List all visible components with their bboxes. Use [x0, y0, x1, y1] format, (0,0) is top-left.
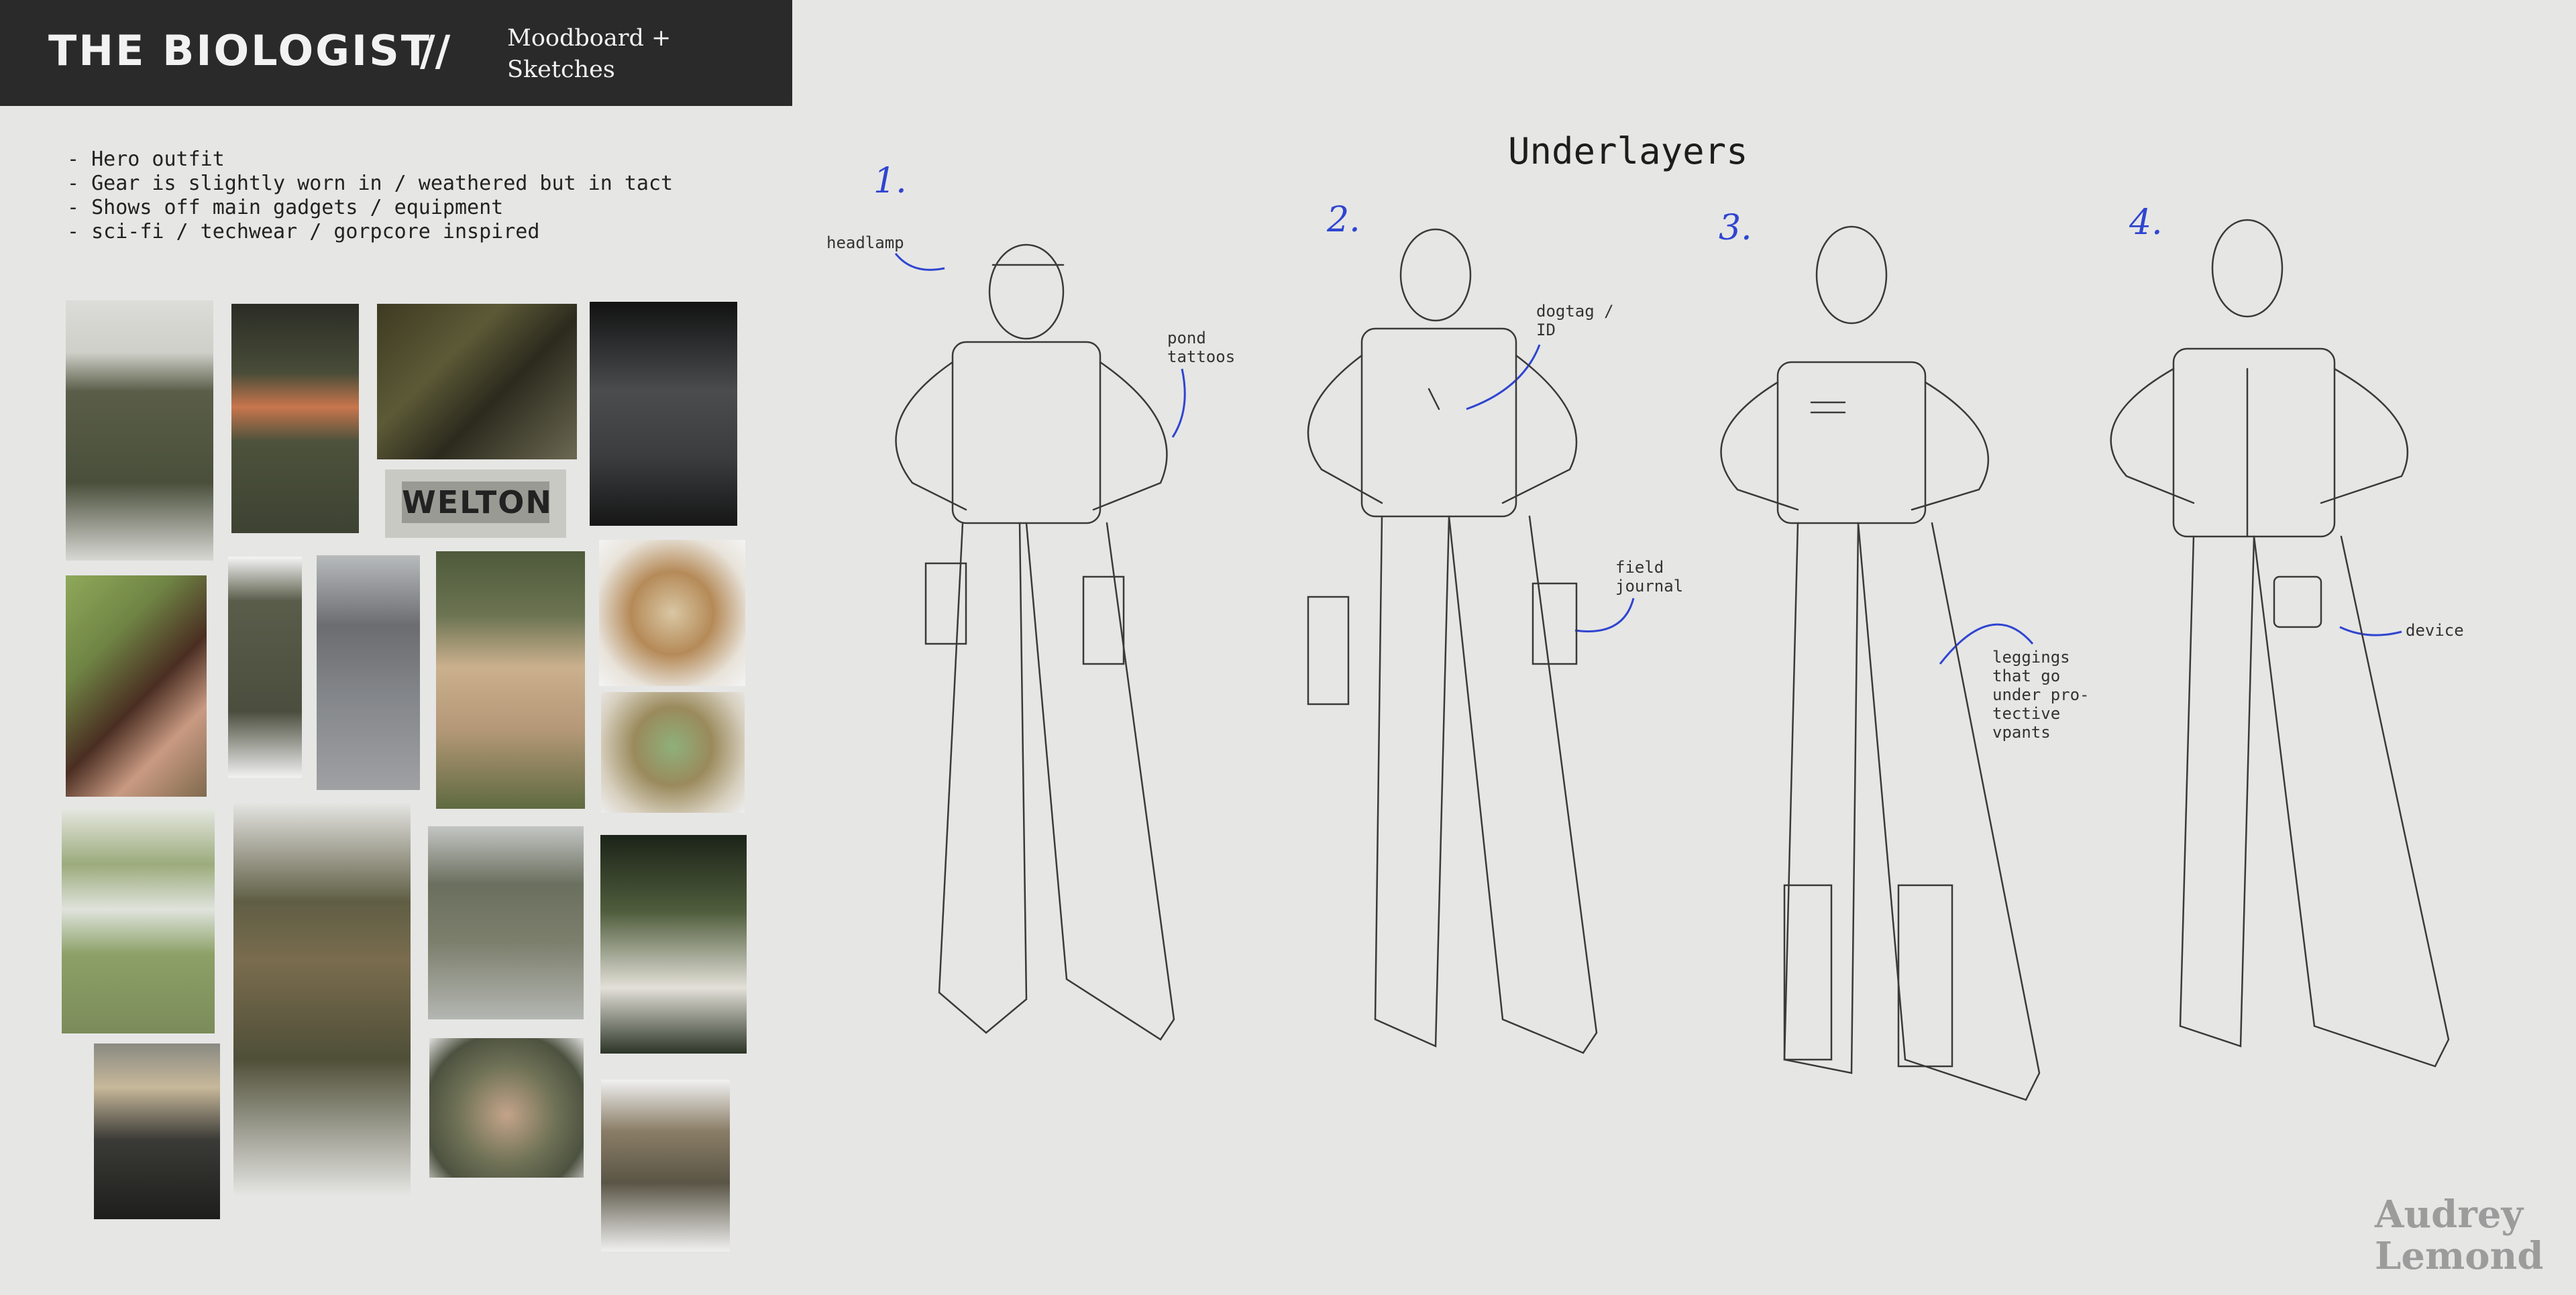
sketch-figure-4 [2110, 219, 2450, 1068]
signature-line-2: Lemond [2375, 1234, 2544, 1278]
sketch-figure-1 [895, 243, 1175, 1041]
artist-signature: Audrey Lemond [2375, 1194, 2563, 1281]
sketch-figure-2 [1307, 228, 1598, 1054]
signature-line-1: Audrey [2375, 1192, 2523, 1237]
sketch-figure-3 [1720, 225, 2041, 1101]
